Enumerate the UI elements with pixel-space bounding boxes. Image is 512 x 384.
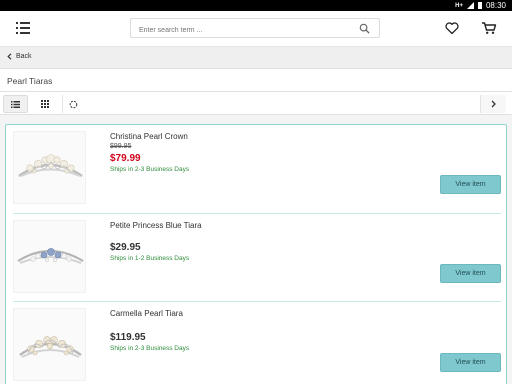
search-input[interactable] — [139, 21, 354, 40]
back-bar: Back — [0, 47, 512, 69]
product-name[interactable]: Christina Pearl Crown — [110, 132, 188, 141]
title-bar: Pearl Tiaras — [0, 69, 512, 91]
product-row[interactable]: Petite Princess Blue Tiara $29.95 Ships … — [13, 213, 501, 301]
status-time: 08:30 — [485, 1, 506, 10]
back-label: Back — [16, 53, 32, 60]
search-icon[interactable] — [359, 23, 370, 34]
chevron-left-icon — [7, 53, 12, 60]
original-price: $99.95 — [110, 143, 132, 150]
view-item-button[interactable]: View item — [440, 264, 501, 283]
signal-icon — [466, 2, 474, 9]
status-bar: H+ 08:30 — [0, 0, 512, 11]
back-button[interactable]: Back — [7, 53, 32, 60]
product-price: $29.95 — [110, 242, 141, 253]
top-app-bar — [0, 11, 512, 47]
tiara-image — [19, 336, 82, 358]
battery-icon — [477, 2, 482, 9]
product-list: Christina Pearl Crown $99.95 $79.99 Ship… — [5, 124, 507, 384]
heart-icon[interactable] — [444, 20, 460, 36]
product-name[interactable]: Petite Princess Blue Tiara — [110, 221, 202, 230]
grid-view-button[interactable] — [32, 95, 58, 113]
search-box — [130, 18, 380, 40]
page-title: Pearl Tiaras — [7, 76, 53, 86]
grid-view-icon — [41, 100, 49, 108]
view-item-button[interactable]: View item — [440, 353, 501, 372]
product-row[interactable]: Christina Pearl Crown $99.95 $79.99 Ship… — [13, 125, 501, 213]
next-button[interactable] — [480, 95, 506, 113]
shipping-info: Ships in 2-3 Business Days — [110, 166, 190, 173]
shipping-info: Ships in 1-2 Business Days — [110, 255, 190, 262]
tiara-image — [18, 154, 83, 178]
shipping-info: Ships in 2-3 Business Days — [110, 345, 190, 352]
sale-price: $79.99 — [110, 153, 141, 164]
product-image[interactable] — [13, 131, 86, 204]
list-view-icon — [11, 100, 20, 108]
list-view-button[interactable] — [3, 95, 28, 113]
network-type: H+ — [455, 2, 463, 9]
product-image[interactable] — [13, 308, 86, 381]
product-row[interactable]: Carmella Pearl Tiara $119.95 Ships in 2-… — [13, 301, 501, 384]
menu-icon[interactable] — [16, 22, 30, 34]
product-price: $119.95 — [110, 332, 146, 343]
product-image[interactable] — [13, 220, 86, 293]
refresh-button[interactable] — [62, 95, 84, 113]
tiara-image — [17, 248, 84, 264]
view-item-button[interactable]: View item — [440, 175, 501, 194]
view-toolbar — [0, 91, 512, 115]
refresh-icon — [69, 100, 78, 108]
product-name[interactable]: Carmella Pearl Tiara — [110, 309, 183, 318]
cart-icon[interactable] — [481, 20, 497, 36]
chevron-right-icon — [491, 100, 496, 108]
